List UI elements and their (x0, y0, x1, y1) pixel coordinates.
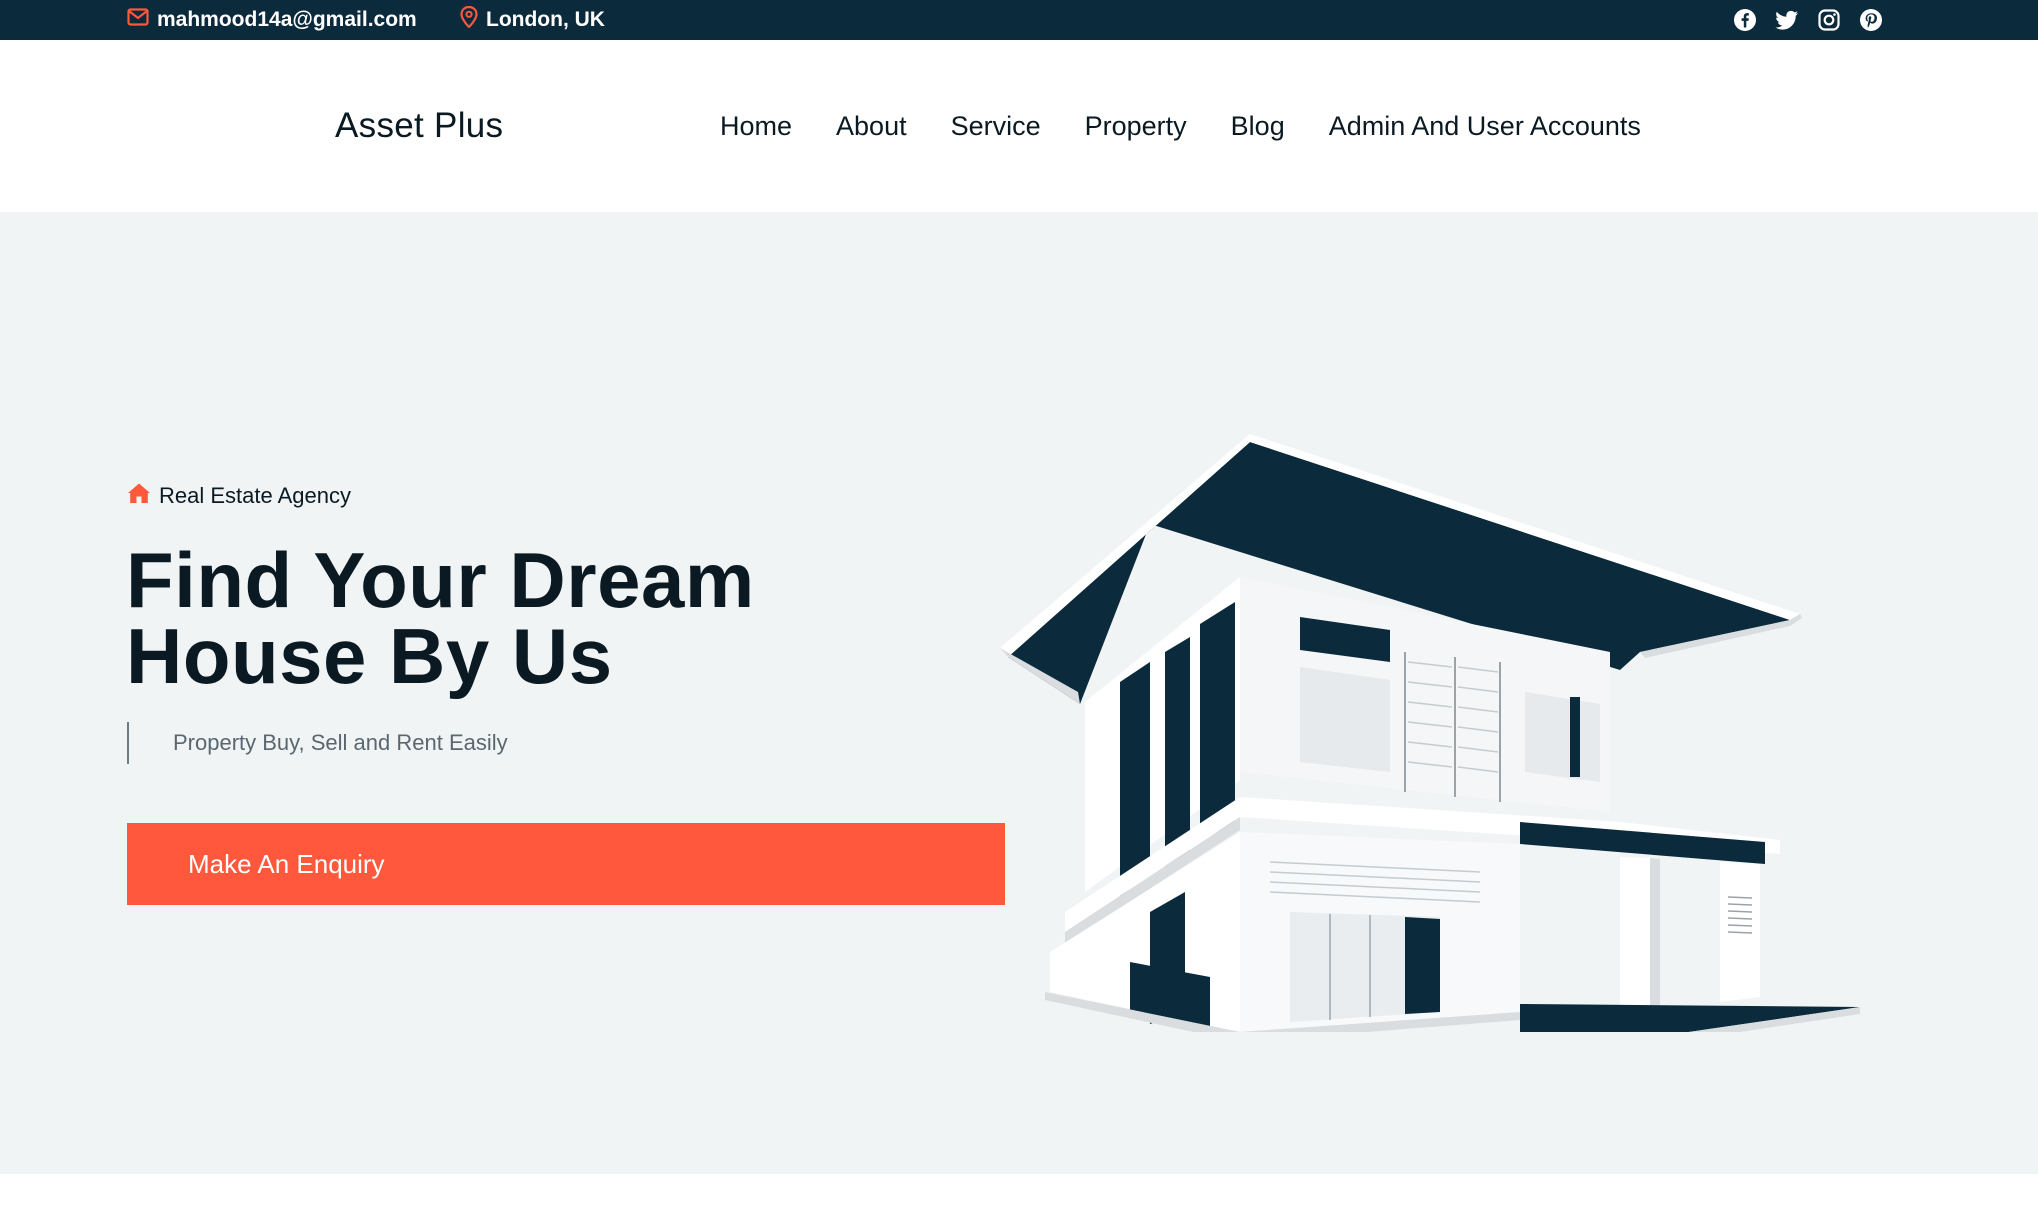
site-header: Asset Plus Home About Service Property B… (0, 40, 2038, 212)
headline-line-1: Find Your Dream (126, 536, 755, 624)
hero-section: Real Estate Agency Find Your Dream House… (0, 212, 2038, 1174)
nav-about[interactable]: About (836, 111, 907, 142)
headline-line-2: House By Us (126, 612, 613, 700)
social-links (1733, 0, 1883, 40)
location-text: London, UK (486, 8, 605, 31)
main-nav: Home About Service Property Blog Admin A… (720, 40, 1641, 212)
hero-headline: Find Your Dream House By Us (126, 541, 946, 695)
nav-home[interactable]: Home (720, 111, 792, 142)
nav-property[interactable]: Property (1085, 111, 1187, 142)
home-icon (127, 482, 159, 510)
brand-logo[interactable]: Asset Plus (335, 40, 503, 212)
tagline-text: Real Estate Agency (159, 483, 352, 508)
house-illustration (1000, 352, 1900, 1050)
facebook-icon[interactable] (1733, 8, 1757, 32)
twitter-icon[interactable] (1775, 8, 1799, 32)
pinterest-icon[interactable] (1859, 8, 1883, 32)
email-contact[interactable]: mahmood14a@gmail.com (127, 0, 417, 40)
hero-subtitle: Property Buy, Sell and Rent Easily (127, 722, 508, 764)
nav-service[interactable]: Service (951, 111, 1041, 142)
hero-tagline: Real Estate Agency (127, 482, 351, 510)
mail-icon (127, 8, 157, 32)
nav-admin-user-accounts[interactable]: Admin And User Accounts (1329, 111, 1641, 142)
email-text[interactable]: mahmood14a@gmail.com (157, 8, 417, 32)
page-bottom (0, 1174, 2038, 1219)
make-enquiry-button[interactable]: Make An Enquiry (127, 823, 1005, 905)
location-pin-icon (460, 5, 486, 34)
top-bar: mahmood14a@gmail.com London, UK (0, 0, 2038, 40)
nav-blog[interactable]: Blog (1231, 111, 1285, 142)
location-contact: London, UK (460, 0, 605, 40)
instagram-icon[interactable] (1817, 8, 1841, 32)
